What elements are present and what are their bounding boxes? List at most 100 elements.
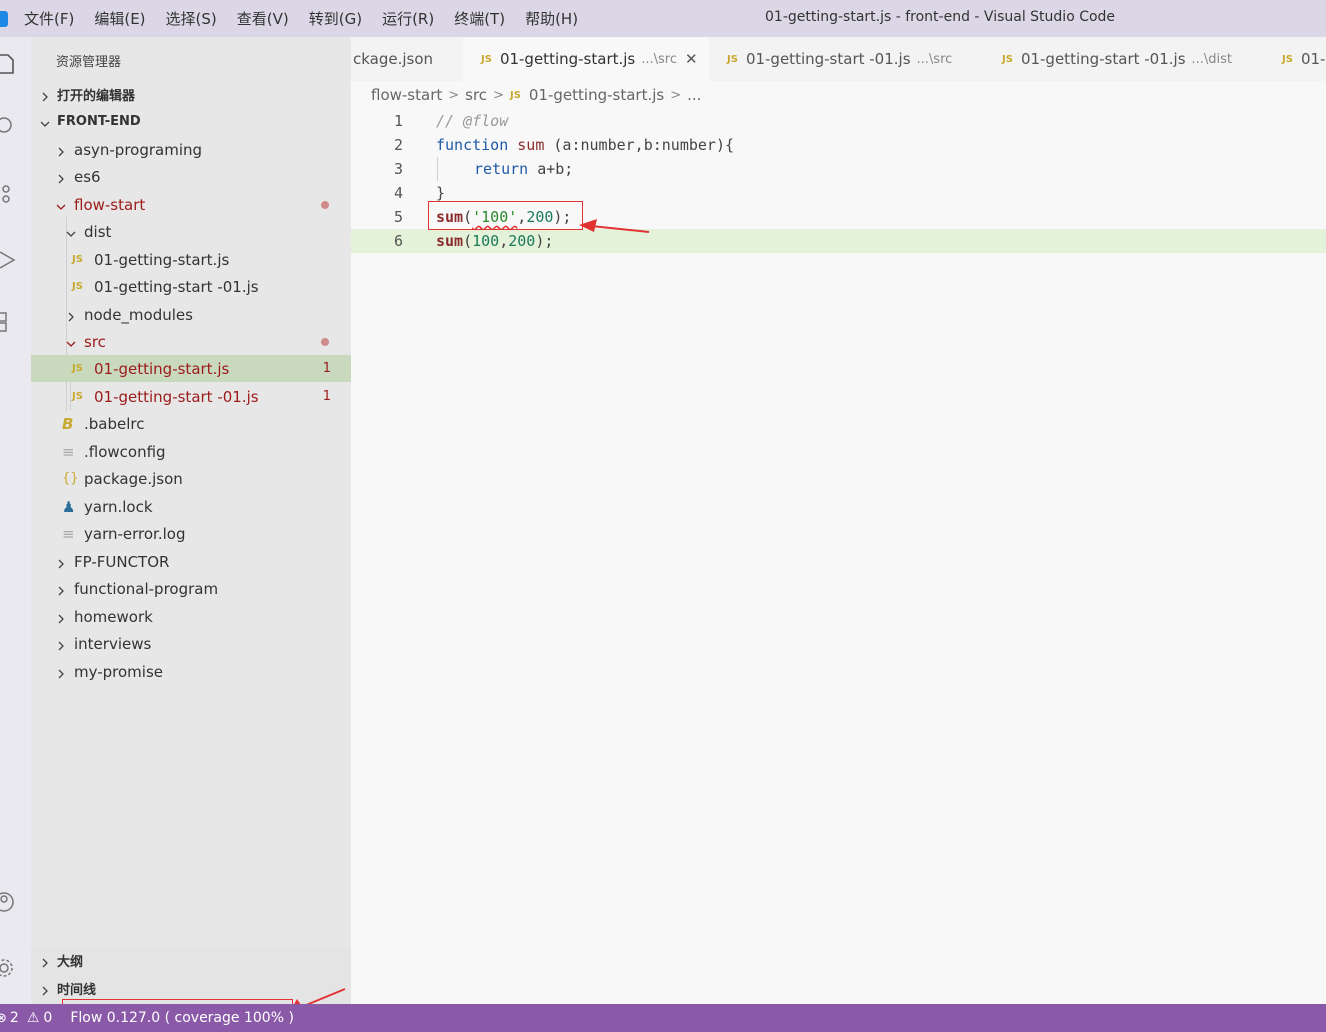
chevron-right-icon bbox=[55, 144, 67, 156]
problems-indicator[interactable]: ⊗ 2 ⚠ 0 bbox=[0, 1010, 52, 1026]
chevron-down-icon bbox=[55, 199, 67, 211]
menu-run[interactable]: 运行(R) bbox=[382, 8, 434, 29]
tab-label: ckage.json bbox=[353, 50, 434, 68]
problem-count-badge: 1 bbox=[322, 389, 331, 404]
title-bar: 文件(F) 编辑(E) 选择(S) 查看(V) 转到(G) 运行(R) 终端(T… bbox=[0, 0, 1326, 37]
js-file-icon: JS bbox=[1282, 53, 1293, 65]
code-punc: ); bbox=[535, 232, 554, 250]
warning-icon: ⚠ bbox=[26, 1010, 40, 1026]
code-line: 1 // @flow bbox=[351, 109, 1326, 133]
menu-selection[interactable]: 选择(S) bbox=[166, 8, 217, 29]
gear-icon[interactable] bbox=[0, 957, 16, 979]
flow-status[interactable]: Flow 0.127.0 ( coverage 100% ) bbox=[70, 1010, 294, 1026]
breadcrumb: flow-start > src > JS 01-getting-start.j… bbox=[351, 81, 1326, 109]
js-file-icon: JS bbox=[727, 53, 738, 65]
code-keyword: return bbox=[474, 160, 529, 178]
menu-view[interactable]: 查看(V) bbox=[237, 8, 289, 29]
menu-file[interactable]: 文件(F) bbox=[24, 8, 74, 29]
editor-tabs: ckage.json JS 01-getting-start.js ...\sr… bbox=[351, 37, 1326, 81]
folder-label: flow-start bbox=[74, 195, 146, 214]
folder-asyn-programing[interactable]: asyn-programing bbox=[31, 136, 351, 163]
breadcrumb-item[interactable]: src bbox=[465, 86, 487, 104]
tab-package-json[interactable]: ckage.json bbox=[353, 37, 463, 81]
file-label: 01-getting-start -01.js bbox=[94, 387, 259, 406]
code-line: 3 return a+b; bbox=[351, 157, 1326, 181]
tab-label: 01-getting-start -01.js bbox=[1020, 50, 1186, 68]
breadcrumb-item[interactable]: flow-start bbox=[371, 86, 442, 104]
folder-interviews[interactable]: interviews bbox=[31, 630, 351, 657]
tab-path: ...\dist bbox=[1191, 51, 1233, 67]
menu-edit[interactable]: 编辑(E) bbox=[94, 8, 145, 29]
js-file-icon: JS bbox=[1002, 53, 1013, 65]
explorer-icon[interactable] bbox=[0, 53, 16, 75]
folder-label: dist bbox=[84, 222, 112, 241]
front-end-root[interactable]: FRONT-END bbox=[31, 108, 351, 135]
breadcrumb-item[interactable]: 01-getting-start.js bbox=[529, 86, 664, 104]
menu-terminal[interactable]: 终端(T) bbox=[454, 8, 505, 29]
file-label: .babelrc bbox=[84, 414, 145, 433]
folder-label: interviews bbox=[74, 634, 152, 653]
line-number: 4 bbox=[393, 184, 403, 202]
folder-es6[interactable]: es6 bbox=[31, 163, 351, 190]
extensions-icon[interactable] bbox=[0, 311, 16, 333]
code-brace: } bbox=[436, 184, 446, 202]
code-editor[interactable]: 1 // @flow 2 function sum (a:number,b:nu… bbox=[351, 109, 1326, 1004]
folder-label: homework bbox=[74, 607, 153, 626]
error-count: 2 bbox=[9, 1010, 19, 1026]
tab-getting-start-01-dist[interactable]: JS 01-getting-start -01.js ...\dist bbox=[984, 37, 1264, 81]
file-yarn-error-log[interactable]: ≡ yarn-error.log bbox=[31, 520, 351, 547]
folder-label: asyn-programing bbox=[74, 140, 203, 159]
run-debug-icon[interactable] bbox=[0, 249, 16, 271]
outline-section[interactable]: 大纲 bbox=[31, 947, 351, 974]
code-text: sum('100',200); bbox=[436, 208, 571, 226]
code-function: sum bbox=[436, 232, 464, 250]
tab-getting-start-01-src[interactable]: JS 01-getting-start -01.js ...\src bbox=[709, 37, 984, 81]
search-icon[interactable] bbox=[0, 115, 16, 137]
file-package-json[interactable]: {} package.json bbox=[31, 465, 351, 492]
code-function: sum bbox=[517, 136, 545, 154]
folder-node-modules[interactable]: node_modules bbox=[31, 301, 351, 328]
menu-go[interactable]: 转到(G) bbox=[309, 8, 362, 29]
folder-flow-start[interactable]: flow-start bbox=[31, 191, 351, 218]
open-editors-section[interactable]: 打开的编辑器 bbox=[31, 81, 351, 108]
vscode-logo-icon bbox=[0, 10, 8, 27]
tab-overflow[interactable]: JS 01- bbox=[1264, 37, 1326, 81]
code-punc: ); bbox=[553, 208, 572, 226]
file-label: package.json bbox=[84, 469, 183, 488]
source-control-icon[interactable] bbox=[0, 183, 16, 205]
breadcrumb-item[interactable]: ... bbox=[687, 86, 701, 104]
window-title: 01-getting-start.js - front-end - Visual… bbox=[765, 9, 1116, 25]
tab-getting-start-src[interactable]: JS 01-getting-start.js ...\src ✕ bbox=[463, 37, 709, 81]
menu-help[interactable]: 帮助(H) bbox=[525, 8, 578, 29]
modified-dot-icon bbox=[321, 200, 329, 209]
close-icon[interactable]: ✕ bbox=[685, 50, 698, 68]
file-babelrc[interactable]: B .babelrc bbox=[31, 410, 351, 437]
folder-my-promise[interactable]: my-promise bbox=[31, 658, 351, 685]
chevron-right-icon: > bbox=[448, 87, 460, 103]
tab-path: ...\src bbox=[641, 51, 678, 67]
folder-homework[interactable]: homework bbox=[31, 603, 351, 630]
file-src-getting-start-01[interactable]: JS 01-getting-start -01.js 1 bbox=[31, 383, 351, 410]
explorer-header: 资源管理器 bbox=[56, 55, 122, 70]
folder-src[interactable]: src bbox=[31, 328, 351, 355]
folder-functional-program[interactable]: functional-program bbox=[31, 575, 351, 602]
timeline-section[interactable]: 时间线 bbox=[31, 975, 351, 1002]
line-number: 2 bbox=[393, 136, 403, 154]
code-comment: // @flow bbox=[436, 112, 509, 130]
code-text: function sum (a:number,b:number){ bbox=[436, 136, 734, 154]
json-file-icon: {} bbox=[62, 471, 79, 486]
file-label: 01-getting-start -01.js bbox=[94, 277, 259, 296]
folder-dist[interactable]: dist bbox=[31, 218, 351, 245]
code-line-current: 6 sum(100,200); bbox=[351, 229, 1326, 253]
code-text: return a+b; bbox=[474, 160, 573, 178]
file-dist-getting-start[interactable]: JS 01-getting-start.js bbox=[31, 246, 351, 273]
account-icon[interactable] bbox=[0, 891, 16, 913]
folder-fp-functor[interactable]: FP-FUNCTOR bbox=[31, 548, 351, 575]
timeline-label: 时间线 bbox=[57, 983, 97, 998]
code-text: sum(100,200); bbox=[436, 232, 553, 250]
file-src-getting-start[interactable]: JS 01-getting-start.js 1 bbox=[31, 355, 351, 382]
file-flowconfig[interactable]: ≡ .flowconfig bbox=[31, 438, 351, 465]
yarn-icon: ♟ bbox=[62, 497, 76, 516]
file-yarn-lock[interactable]: ♟ yarn.lock bbox=[31, 493, 351, 520]
file-dist-getting-start-01[interactable]: JS 01-getting-start -01.js bbox=[31, 273, 351, 300]
